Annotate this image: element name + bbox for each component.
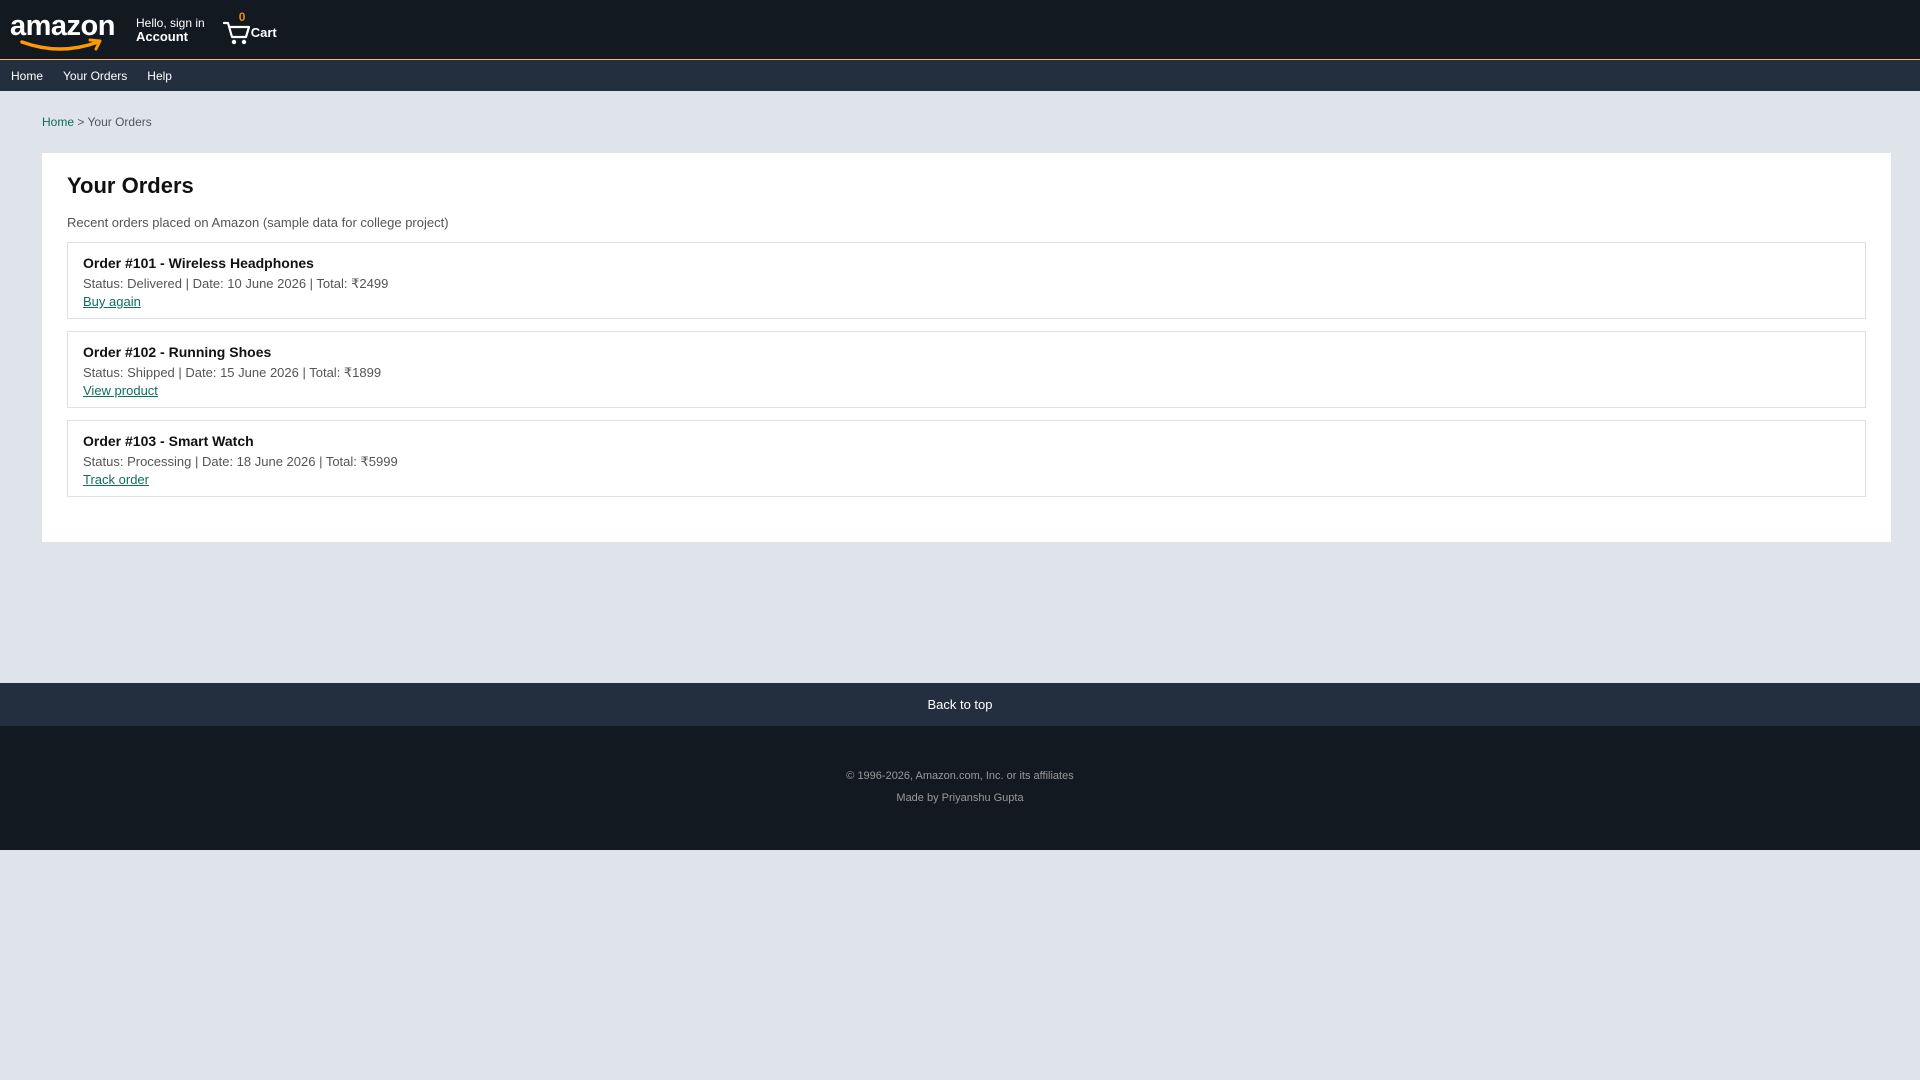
nav-item-home[interactable]: Home (11, 69, 43, 83)
breadcrumb-home-link[interactable]: Home (42, 115, 74, 129)
order-meta: Status: Delivered | Date: 10 June 2026 |… (83, 276, 389, 291)
breadcrumb-current: Your Orders (87, 115, 152, 129)
buy-again-link[interactable]: Buy again (83, 294, 141, 309)
order-title: Order #103 - Smart Watch (83, 433, 254, 449)
breadcrumb-separator: > (77, 115, 85, 129)
page-title: Your Orders (67, 173, 194, 198)
back-to-top-button[interactable]: Back to top (0, 683, 1920, 726)
top-header: amazon Hello, sign in Account 0 Cart (0, 0, 1920, 60)
order-card: Order #102 - Running Shoes Status: Shipp… (67, 331, 1866, 408)
footer-copyright: © 1996-2026, Amazon.com, Inc. or its aff… (846, 770, 1074, 782)
cart-button[interactable]: 0 Cart (222, 10, 277, 46)
nav-item-help[interactable]: Help (147, 69, 172, 83)
cart-icon (222, 21, 250, 44)
account-menu[interactable]: Hello, sign in Account (136, 16, 205, 44)
order-meta: Status: Processing | Date: 18 June 2026 … (83, 454, 398, 469)
account-greeting: Hello, sign in (136, 15, 205, 30)
order-card: Order #103 - Smart Watch Status: Process… (67, 420, 1866, 497)
amazon-logo[interactable]: amazon (10, 8, 116, 52)
nav-bar: Home Your Orders Help (0, 60, 1920, 91)
track-order-link[interactable]: Track order (83, 472, 149, 487)
smile-arrow-icon (20, 38, 102, 51)
footer: © 1996-2026, Amazon.com, Inc. or its aff… (0, 726, 1920, 850)
orders-panel: Your Orders Recent orders placed on Amaz… (42, 153, 1891, 542)
nav-item-your-orders[interactable]: Your Orders (63, 69, 127, 83)
order-meta: Status: Shipped | Date: 15 June 2026 | T… (83, 365, 382, 380)
page-subtitle: Recent orders placed on Amazon (sample d… (67, 215, 449, 230)
order-title: Order #102 - Running Shoes (83, 344, 272, 360)
cart-count: 0 (238, 9, 246, 24)
view-product-link[interactable]: View product (83, 383, 158, 398)
breadcrumb: Home > Your Orders (42, 115, 1920, 129)
footer-made-by: Made by Priyanshu Gupta (896, 792, 1024, 804)
account-label: Account (136, 28, 188, 44)
cart-label: Cart (250, 24, 277, 40)
order-title: Order #101 - Wireless Headphones (83, 255, 314, 271)
order-card: Order #101 - Wireless Headphones Status:… (67, 242, 1866, 319)
